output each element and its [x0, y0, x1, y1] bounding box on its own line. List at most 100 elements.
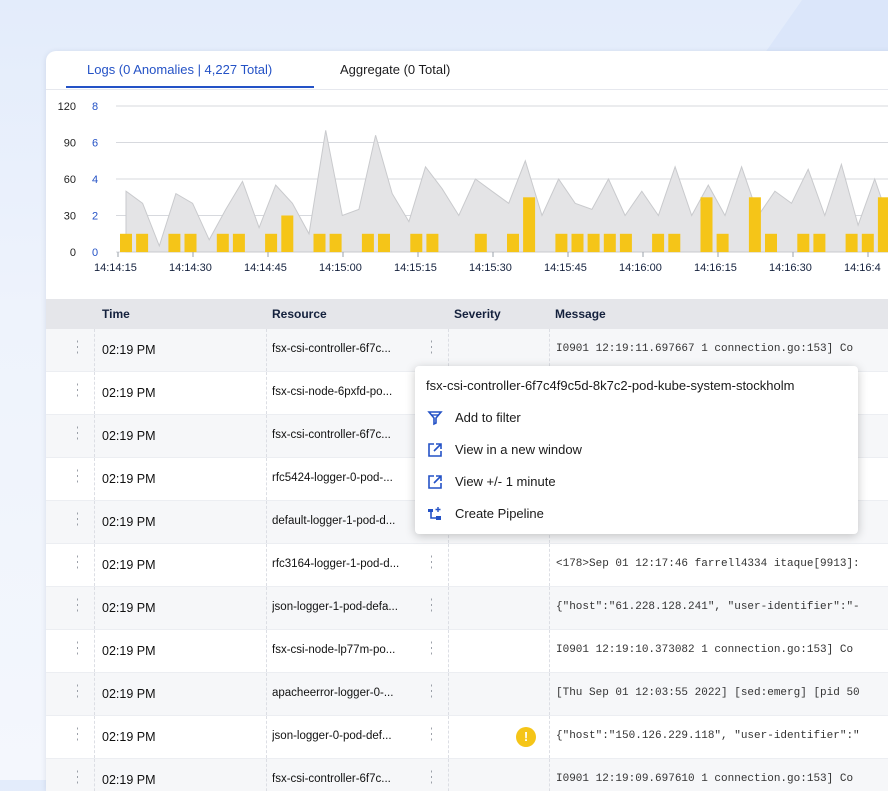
row-actions-kebab-icon[interactable]: ⋮: [70, 683, 78, 701]
row-time: 02:19 PM: [102, 730, 156, 744]
tab-bar: Logs (0 Anomalies | 4,227 Total) Aggrega…: [46, 51, 888, 90]
row-actions-kebab-icon[interactable]: ⋮: [70, 597, 78, 615]
row-resource[interactable]: rfc5424-logger-0-pod-...: [272, 472, 420, 484]
table-row[interactable]: ⋮ 02:19 PM json-logger-0-pod-def... ⋮! {"hos…: [46, 716, 888, 759]
x-axis-tick-label: 14:15:45: [544, 262, 587, 274]
chart-bar: [361, 233, 374, 253]
tab-logs[interactable]: Logs (0 Anomalies | 4,227 Total): [87, 62, 272, 77]
chart-bar: [797, 233, 810, 253]
left-axis-tick-label: 30: [64, 211, 76, 223]
row-message[interactable]: <178>Sep 01 12:17:46 farrell4334 itaque[…: [556, 558, 888, 570]
row-resource[interactable]: json-logger-0-pod-def...: [272, 730, 420, 742]
chart-bar: [587, 233, 600, 253]
resource-menu-kebab-icon[interactable]: ⋮: [424, 597, 432, 615]
row-message[interactable]: {"host":"61.228.128.241", "user-identifi…: [556, 601, 888, 613]
row-message[interactable]: [Thu Sep 01 12:03:55 2022] [sed:emerg] […: [556, 687, 888, 699]
column-divider: [94, 759, 95, 791]
row-resource[interactable]: default-logger-1-pod-d...: [272, 515, 420, 527]
column-divider: [448, 716, 449, 758]
chart-bar: [136, 233, 149, 253]
volume-area-series: [125, 130, 888, 253]
column-divider: [549, 544, 550, 586]
row-message[interactable]: I0901 12:19:10.373082 1 connection.go:15…: [556, 644, 888, 656]
row-time: 02:19 PM: [102, 558, 156, 572]
column-divider: [94, 544, 95, 586]
x-axis-tick-label: 14:16:30: [769, 262, 812, 274]
menu-resource-title: fsx-csi-controller-6f7c4f9c5d-8k7c2-pod-…: [426, 378, 795, 393]
column-divider: [266, 329, 267, 371]
right-axis-tick-label: 4: [92, 174, 98, 186]
row-message[interactable]: I0901 12:19:09.697610 1 connection.go:15…: [556, 773, 888, 785]
menu-item-label: Create Pipeline: [455, 506, 544, 521]
column-divider: [448, 329, 449, 371]
header-time[interactable]: Time: [102, 307, 130, 321]
severity-warning-badge: !: [516, 727, 536, 747]
chart-bar: [426, 233, 439, 253]
resource-context-menu: fsx-csi-controller-6f7c4f9c5d-8k7c2-pod-…: [415, 366, 858, 534]
resource-menu-kebab-icon[interactable]: ⋮: [424, 683, 432, 701]
resource-menu-kebab-icon[interactable]: ⋮: [424, 769, 432, 787]
row-message[interactable]: {"host":"150.126.229.118", "user-identif…: [556, 730, 888, 742]
row-time: 02:19 PM: [102, 773, 156, 787]
row-actions-kebab-icon[interactable]: ⋮: [70, 468, 78, 486]
header-message[interactable]: Message: [555, 307, 606, 321]
x-axis-tick-label: 14:16:15: [694, 262, 737, 274]
header-resource[interactable]: Resource: [272, 307, 327, 321]
row-actions-kebab-icon[interactable]: ⋮: [70, 382, 78, 400]
left-axis-tick-label: 90: [64, 138, 76, 150]
resource-menu-kebab-icon[interactable]: ⋮: [424, 640, 432, 658]
chart-bar: [281, 215, 294, 252]
row-resource[interactable]: rfc3164-logger-1-pod-d...: [272, 558, 420, 570]
row-resource[interactable]: fsx-csi-controller-6f7c...: [272, 773, 420, 785]
table-row[interactable]: ⋮ 02:19 PM fsx-csi-node-lp77m-po... ⋮ I0901 …: [46, 630, 888, 673]
column-divider: [94, 501, 95, 543]
row-actions-kebab-icon[interactable]: ⋮: [70, 640, 78, 658]
column-divider: [549, 759, 550, 791]
row-resource[interactable]: fsx-csi-node-6pxfd-po...: [272, 386, 420, 398]
chart-bar: [378, 233, 390, 253]
column-divider: [549, 630, 550, 672]
row-resource[interactable]: apacheerror-logger-0-...: [272, 687, 420, 699]
chart-bar: [329, 233, 342, 253]
resource-menu-kebab-icon[interactable]: ⋮: [424, 726, 432, 744]
chart-bar: [232, 233, 245, 253]
column-divider: [266, 673, 267, 715]
row-time: 02:19 PM: [102, 687, 156, 701]
row-resource[interactable]: fsx-csi-controller-6f7c...: [272, 343, 420, 355]
row-actions-kebab-icon[interactable]: ⋮: [70, 554, 78, 572]
warning-icon: !: [516, 727, 536, 747]
row-actions-kebab-icon[interactable]: ⋮: [70, 769, 78, 787]
chart-bar: [716, 233, 729, 253]
header-severity[interactable]: Severity: [454, 307, 501, 321]
row-message[interactable]: I0901 12:19:11.697667 1 connection.go:15…: [556, 343, 888, 355]
tab-aggregate[interactable]: Aggregate (0 Total): [340, 62, 450, 77]
row-resource[interactable]: fsx-csi-controller-6f7c...: [272, 429, 420, 441]
table-row[interactable]: ⋮ 02:19 PM json-logger-1-pod-defa... ⋮ {"hos…: [46, 587, 888, 630]
row-time: 02:19 PM: [102, 515, 156, 529]
chart-bar: [861, 233, 874, 253]
resource-menu-kebab-icon[interactable]: ⋮: [424, 554, 432, 572]
left-axis-tick-label: 120: [58, 101, 76, 113]
right-axis-tick-label: 8: [92, 101, 98, 113]
row-time: 02:19 PM: [102, 343, 156, 357]
column-divider: [94, 329, 95, 371]
row-actions-kebab-icon[interactable]: ⋮: [70, 511, 78, 529]
column-divider: [448, 587, 449, 629]
filter-icon: [427, 411, 443, 426]
column-divider: [94, 372, 95, 414]
chart-bar: [748, 197, 761, 253]
table-row[interactable]: ⋮ 02:19 PM rfc3164-logger-1-pod-d... ⋮ <178>…: [46, 544, 888, 587]
row-resource[interactable]: fsx-csi-node-lp77m-po...: [272, 644, 420, 656]
column-divider: [94, 458, 95, 500]
chart-bar: [603, 233, 616, 253]
column-divider: [266, 759, 267, 791]
row-actions-kebab-icon[interactable]: ⋮: [70, 726, 78, 744]
row-actions-kebab-icon[interactable]: ⋮: [70, 425, 78, 443]
row-resource[interactable]: json-logger-1-pod-defa...: [272, 601, 420, 613]
external-link-icon: [428, 443, 442, 457]
row-actions-kebab-icon[interactable]: ⋮: [70, 339, 78, 357]
resource-menu-kebab-icon[interactable]: ⋮: [424, 339, 432, 357]
table-row[interactable]: ⋮ 02:19 PM apacheerror-logger-0-... ⋮ [Thu S…: [46, 673, 888, 716]
table-row[interactable]: ⋮ 02:19 PM fsx-csi-controller-6f7c... ⋮ I090…: [46, 759, 888, 791]
chart-bar: [474, 233, 487, 253]
